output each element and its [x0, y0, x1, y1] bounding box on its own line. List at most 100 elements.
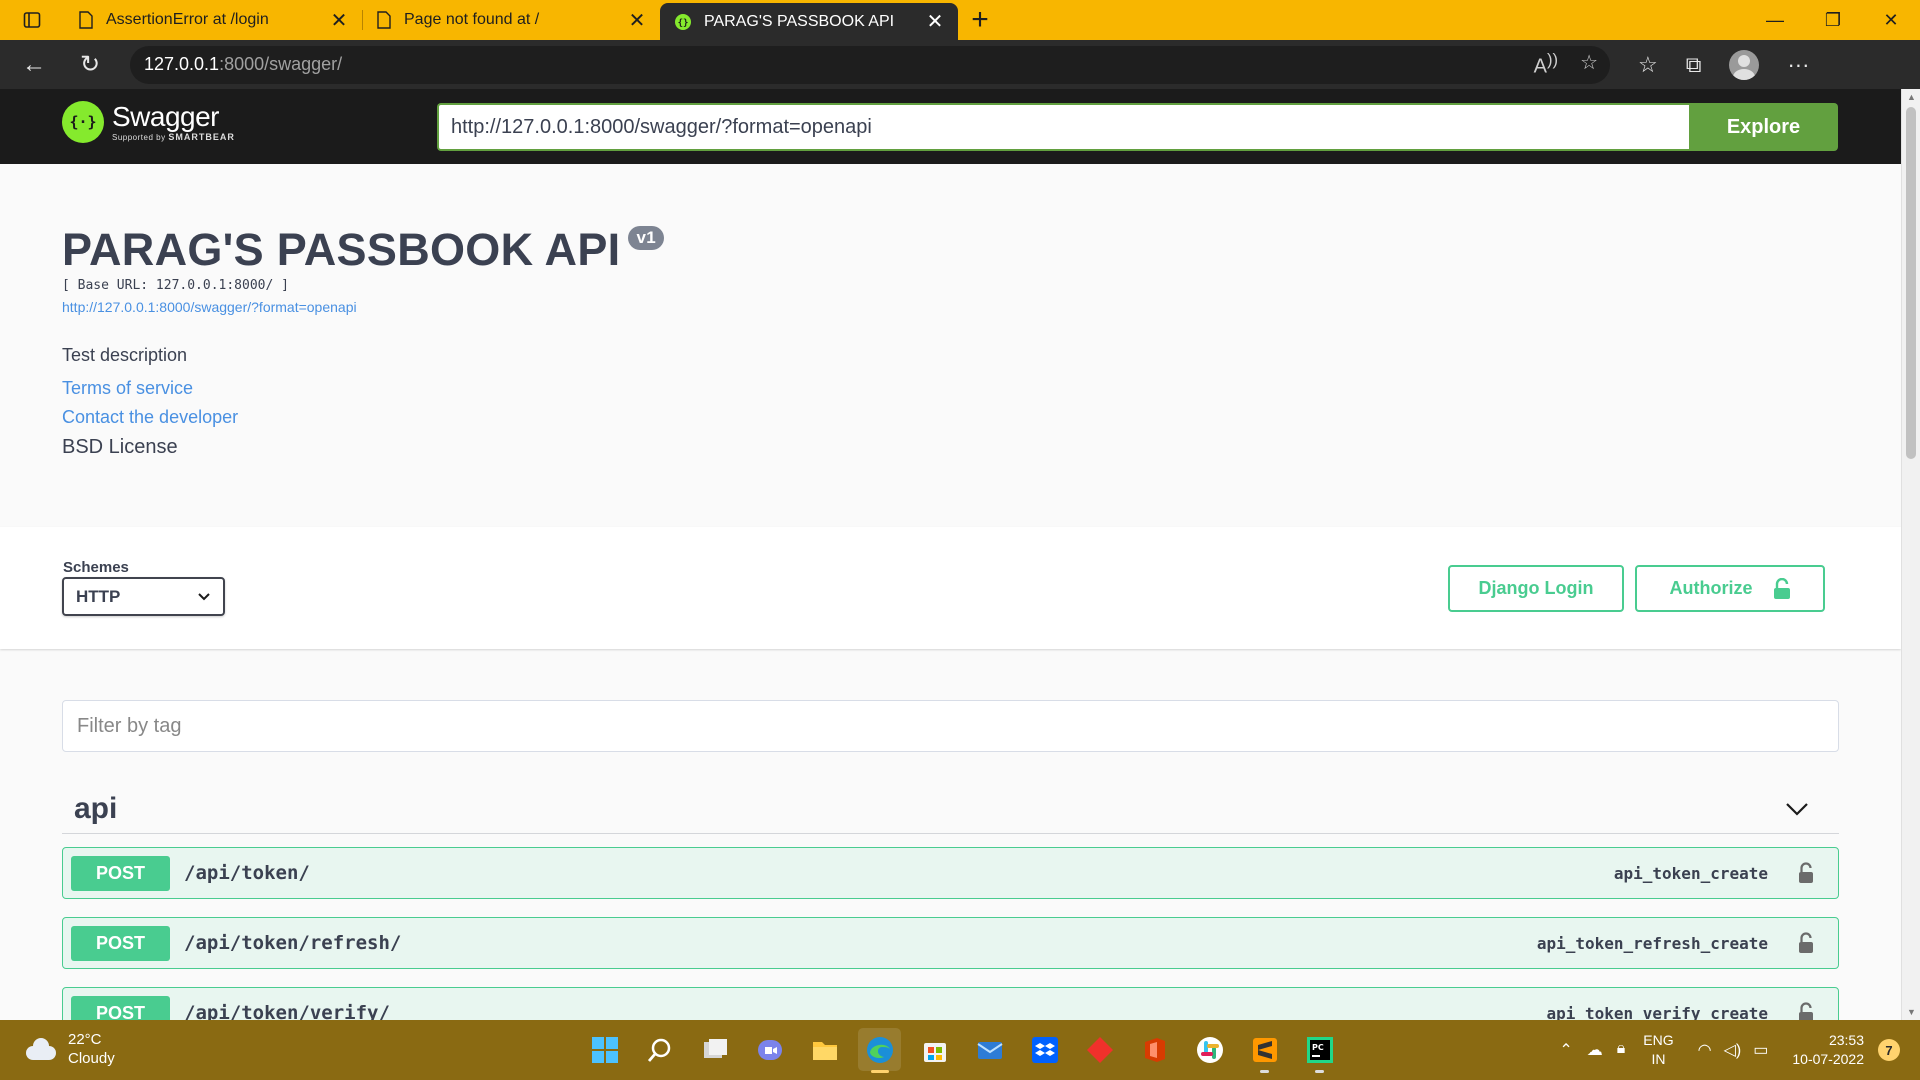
- method-badge: POST: [71, 925, 170, 961]
- close-tab-icon[interactable]: ✕: [626, 8, 648, 33]
- api-title-row: PARAG'S PASSBOOK API v1: [62, 224, 664, 276]
- weather-widget[interactable]: 22°C Cloudy: [22, 1030, 115, 1068]
- scroll-down-icon[interactable]: ▼: [1907, 1007, 1916, 1017]
- svg-text:{}: {}: [678, 18, 689, 28]
- authorize-button[interactable]: Authorize: [1635, 565, 1825, 612]
- back-button[interactable]: ←: [6, 51, 62, 79]
- teams-chat-app[interactable]: [748, 1028, 791, 1071]
- spec-url-input[interactable]: http://127.0.0.1:8000/swagger/?format=op…: [437, 103, 1689, 151]
- edge-browser-app[interactable]: [858, 1028, 901, 1073]
- unlocked-icon[interactable]: [1798, 862, 1814, 884]
- tray-icons: ⌃ ☁ 🔒︎: [1559, 1040, 1625, 1060]
- windows-logo-icon: [591, 1036, 618, 1063]
- onedrive-icon[interactable]: ☁: [1587, 1040, 1603, 1060]
- tab-assertion-error[interactable]: AssertionError at /login ✕: [64, 0, 362, 40]
- schemes-select[interactable]: HTTP: [62, 577, 225, 616]
- volume-icon: ◁): [1723, 1042, 1742, 1059]
- url-host: 127.0.0.1: [144, 54, 220, 74]
- show-hidden-icons-icon[interactable]: ⌃: [1559, 1040, 1572, 1060]
- add-favorite-icon[interactable]: ☆: [1580, 50, 1598, 79]
- operation-row[interactable]: POST /api/token/verify/ api_token_verify…: [62, 987, 1839, 1020]
- swagger-favicon-icon: {}: [675, 13, 691, 30]
- search-button[interactable]: [638, 1028, 681, 1071]
- tag-section-api[interactable]: api: [62, 784, 1839, 834]
- url-path: :8000/swagger/: [219, 54, 343, 74]
- tab-actions-icon: [23, 12, 41, 28]
- clock[interactable]: 23:53 10-07-2022: [1792, 1031, 1864, 1069]
- swagger-logo[interactable]: {·} Swagger Supported by SMARTBEAR: [62, 101, 235, 143]
- chevron-down-icon[interactable]: [1785, 802, 1809, 816]
- refresh-button[interactable]: ↻: [62, 50, 118, 79]
- explore-button[interactable]: Explore: [1689, 103, 1838, 151]
- django-login-button[interactable]: Django Login: [1448, 565, 1624, 612]
- language-indicator[interactable]: ENG IN: [1643, 1031, 1673, 1069]
- taskbar-apps: PC: [583, 1028, 1341, 1073]
- collections-icon[interactable]: ⧉: [1686, 52, 1702, 78]
- task-view-button[interactable]: [693, 1028, 736, 1071]
- method-badge: POST: [71, 995, 170, 1020]
- contact-developer-link[interactable]: Contact the developer: [62, 407, 664, 428]
- unlocked-icon[interactable]: [1798, 1002, 1814, 1020]
- read-aloud-icon[interactable]: A)): [1534, 50, 1558, 79]
- method-badge: POST: [71, 855, 170, 891]
- url-field[interactable]: i 127.0.0.1:8000/swagger/ A)) ☆: [62, 45, 1610, 195]
- security-icon[interactable]: 🔒︎: [1617, 1040, 1626, 1060]
- clock-date: 10-07-2022: [1792, 1051, 1864, 1067]
- api-info: PARAG'S PASSBOOK API v1 [ Base URL: 127.…: [62, 224, 664, 459]
- office-app[interactable]: [1133, 1028, 1176, 1071]
- notification-badge[interactable]: 7: [1878, 1039, 1900, 1061]
- profile-avatar[interactable]: [1729, 49, 1760, 80]
- favorites-icon[interactable]: ☆: [1638, 52, 1658, 78]
- unlocked-icon[interactable]: [1798, 932, 1814, 954]
- more-menu-icon[interactable]: ···: [1787, 52, 1809, 78]
- slack-icon: [1196, 1036, 1223, 1063]
- close-tab-icon[interactable]: ✕: [924, 9, 946, 34]
- authorize-label: Authorize: [1669, 578, 1753, 598]
- microsoft-store-app[interactable]: [913, 1028, 956, 1071]
- new-tab-button[interactable]: +: [958, 0, 1002, 40]
- sublime-text-app[interactable]: [1243, 1028, 1286, 1073]
- tab-title: AssertionError at /login: [106, 11, 269, 28]
- swagger-logo-tagline: Supported by SMARTBEAR: [112, 132, 235, 142]
- scrollbar-thumb[interactable]: [1906, 107, 1916, 459]
- slack-app[interactable]: [1188, 1028, 1231, 1071]
- page-icon: [79, 11, 93, 29]
- office-icon: [1144, 1037, 1165, 1062]
- minimize-icon[interactable]: —: [1746, 0, 1804, 40]
- operation-row[interactable]: POST /api/token/refresh/ api_token_refre…: [62, 917, 1839, 969]
- restore-icon[interactable]: ❐: [1804, 0, 1862, 40]
- operation-row[interactable]: POST /api/token/ api_token_create: [62, 847, 1839, 899]
- quick-settings[interactable]: ◠ ◁) ▭: [1698, 1040, 1769, 1060]
- search-icon: [647, 1038, 670, 1062]
- terms-of-service-link[interactable]: Terms of service: [62, 378, 664, 399]
- mail-app[interactable]: [968, 1028, 1011, 1071]
- scroll-up-icon[interactable]: ▲: [1907, 92, 1916, 102]
- tab-passbook-api[interactable]: {} PARAG'S PASSBOOK API ✕: [660, 3, 958, 40]
- page-scrollbar[interactable]: ▲ ▼: [1901, 89, 1920, 1020]
- address-bar: ← ↻ i 127.0.0.1:8000/swagger/ A)) ☆ ☆ ⧉ …: [0, 40, 1920, 195]
- browser-tab-bar: AssertionError at /login ✕ Page not foun…: [0, 0, 1920, 40]
- close-tab-icon[interactable]: ✕: [328, 8, 350, 33]
- spec-link[interactable]: http://127.0.0.1:8000/swagger/?format=op…: [62, 299, 664, 315]
- sublime-icon: [1252, 1037, 1277, 1062]
- start-button[interactable]: [583, 1028, 626, 1071]
- browser-toolbar: ☆ ⧉ ···: [1638, 49, 1809, 80]
- api-description: Test description: [62, 345, 188, 365]
- swagger-logo-icon: {·}: [62, 101, 104, 143]
- pycharm-icon: PC: [1306, 1036, 1333, 1063]
- diamond-icon: [1086, 1036, 1113, 1063]
- close-window-icon[interactable]: ✕: [1862, 0, 1920, 40]
- weather-desc: Cloudy: [68, 1050, 115, 1067]
- dropbox-app[interactable]: [1023, 1028, 1066, 1071]
- tab-actions-button[interactable]: [0, 0, 64, 40]
- url-actions: A)) ☆: [1534, 50, 1610, 79]
- operation-path: /api/token/verify/: [184, 1002, 390, 1020]
- filter-by-tag-input[interactable]: Filter by tag: [62, 700, 1839, 752]
- git-app[interactable]: [1078, 1028, 1121, 1071]
- schemes-label: Schemes: [63, 559, 129, 576]
- chevron-down-icon: [198, 592, 210, 600]
- tab-page-not-found[interactable]: Page not found at / ✕: [362, 0, 660, 40]
- file-explorer-app[interactable]: [803, 1028, 846, 1071]
- tab-title: Page not found at /: [404, 11, 540, 28]
- pycharm-app[interactable]: PC: [1298, 1028, 1341, 1073]
